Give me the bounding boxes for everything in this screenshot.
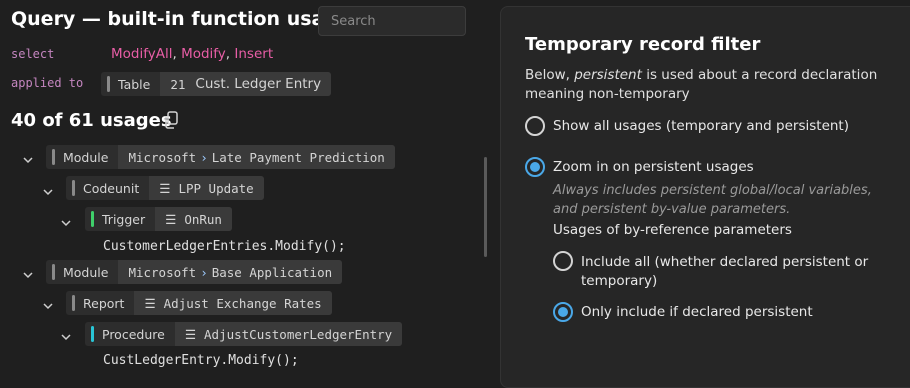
list-icon: ☰	[184, 326, 197, 342]
node-name: Adjust Exchange Rates	[163, 295, 322, 311]
node-kind-label: Module	[63, 149, 109, 165]
collapse-chevron-down-icon[interactable]	[60, 214, 72, 233]
node-type-bar	[52, 264, 55, 280]
search-input[interactable]	[318, 6, 466, 36]
object-type-bar	[107, 76, 110, 92]
collapse-chevron-down-icon[interactable]	[42, 297, 54, 316]
list-icon: ☰	[165, 211, 177, 227]
desc-text: Below,	[525, 67, 575, 83]
radio-zoom-persistent[interactable]	[525, 157, 545, 177]
node-type-bar	[72, 180, 75, 196]
list-icon: ☰	[144, 295, 156, 311]
radio-byref-only-persistent-label[interactable]: Only include if declared persistent	[581, 304, 813, 320]
byref-section-label: Usages of by-reference parameters	[553, 222, 792, 238]
function-link-insert[interactable]: Insert	[234, 46, 273, 62]
filter-panel-description: Below, persistent is used about a record…	[525, 66, 905, 104]
object-name: Cust. Ledger Entry	[195, 76, 322, 92]
chevron-right-icon: ›	[200, 264, 208, 280]
collapse-chevron-down-icon[interactable]	[22, 266, 34, 285]
radio-show-all[interactable]	[525, 116, 545, 136]
radio-show-all-label[interactable]: Show all usages (temporary and persisten…	[553, 118, 849, 134]
usage-count: 40 of 61 usages	[11, 110, 172, 131]
function-link-modifyall[interactable]: ModifyAll	[111, 46, 172, 62]
node-name: AdjustCustomerLedgerEntry	[204, 326, 393, 342]
node-name-segment: ☰ OnRun	[155, 207, 232, 231]
list-icon: ☰	[159, 180, 171, 196]
node-name: OnRun	[184, 211, 222, 227]
object-name-segment: 21 Cust. Ledger Entry	[160, 72, 332, 96]
collapse-chevron-down-icon[interactable]	[42, 183, 54, 202]
scrollbar-thumb[interactable]	[484, 157, 487, 257]
node-publisher: Microsoft	[128, 149, 197, 165]
node-name-segment: ☰ AdjustCustomerLedgerEntry	[174, 322, 403, 346]
filter-panel-title: Temporary record filter	[525, 34, 761, 55]
page-title: Query — built-in function usages	[11, 8, 363, 30]
collapse-chevron-down-icon[interactable]	[22, 151, 34, 170]
applied-to-keyword: applied to	[11, 76, 84, 90]
object-id: 21	[170, 76, 186, 92]
node-type-bar	[52, 149, 55, 165]
node-publisher: Microsoft	[128, 264, 197, 280]
query-results-pane: Query — built-in function usages select …	[0, 0, 492, 371]
node-name-segment: ☰ LPP Update	[149, 176, 264, 200]
radio-byref-include-all-label[interactable]: Include all (whether declared persistent…	[581, 253, 881, 291]
node-kind-label: Trigger	[102, 211, 146, 227]
function-list: ModifyAll, Modify, Insert	[111, 46, 274, 62]
collapse-chevron-down-icon[interactable]	[60, 328, 72, 347]
node-kind-label: Module	[63, 264, 109, 280]
chevron-right-icon: ›	[200, 149, 208, 165]
copy-icon[interactable]	[163, 111, 179, 133]
desc-emphasis: persistent	[574, 67, 642, 83]
node-name: Late Payment Prediction	[211, 149, 385, 165]
node-name: Base Application	[211, 264, 333, 280]
node-breadcrumb: Microsoft › Late Payment Prediction	[118, 145, 395, 169]
radio-byref-only-persistent[interactable]	[553, 302, 573, 322]
function-link-modify[interactable]: Modify	[181, 46, 226, 62]
procedure-type-bar	[91, 326, 94, 342]
radio-byref-include-all[interactable]	[553, 251, 573, 271]
trigger-type-bar	[91, 211, 94, 227]
node-kind-label: Procedure	[102, 326, 165, 342]
tree-node-report-adjust-exchange-rates[interactable]: Report ☰ Adjust Exchange Rates	[66, 291, 332, 315]
node-kind-label: Codeunit	[83, 180, 140, 196]
radio-zoom-persistent-label[interactable]: Zoom in on persistent usages	[553, 159, 754, 175]
tree-node-procedure-adjustcustomerledgerentry[interactable]: Procedure ☰ AdjustCustomerLedgerEntry	[85, 322, 403, 346]
node-name-segment: ☰ Adjust Exchange Rates	[134, 291, 332, 315]
select-keyword: select	[11, 47, 55, 61]
node-breadcrumb: Microsoft › Base Application	[118, 260, 343, 284]
tree-node-trigger-onrun[interactable]: Trigger ☰ OnRun	[85, 207, 232, 231]
object-kind-label: Table	[118, 76, 151, 92]
tree-node-module-base-application[interactable]: Module Microsoft › Base Application	[46, 260, 343, 284]
tree-node-module-late-payment[interactable]: Module Microsoft › Late Payment Predicti…	[46, 145, 395, 169]
usage-code-line[interactable]: CustomerLedgerEntries.Modify();	[103, 239, 346, 254]
node-type-bar	[72, 295, 75, 311]
zoom-note: Always includes persistent global/local …	[553, 183, 872, 217]
node-kind-label: Report	[83, 295, 125, 311]
node-name: LPP Update	[178, 180, 254, 196]
tree-node-codeunit-lpp-update[interactable]: Codeunit ☰ LPP Update	[66, 176, 264, 200]
usage-code-line[interactable]: CustLedgerEntry.Modify();	[103, 353, 299, 368]
applied-to-object-chip[interactable]: Table 21 Cust. Ledger Entry	[101, 72, 332, 96]
